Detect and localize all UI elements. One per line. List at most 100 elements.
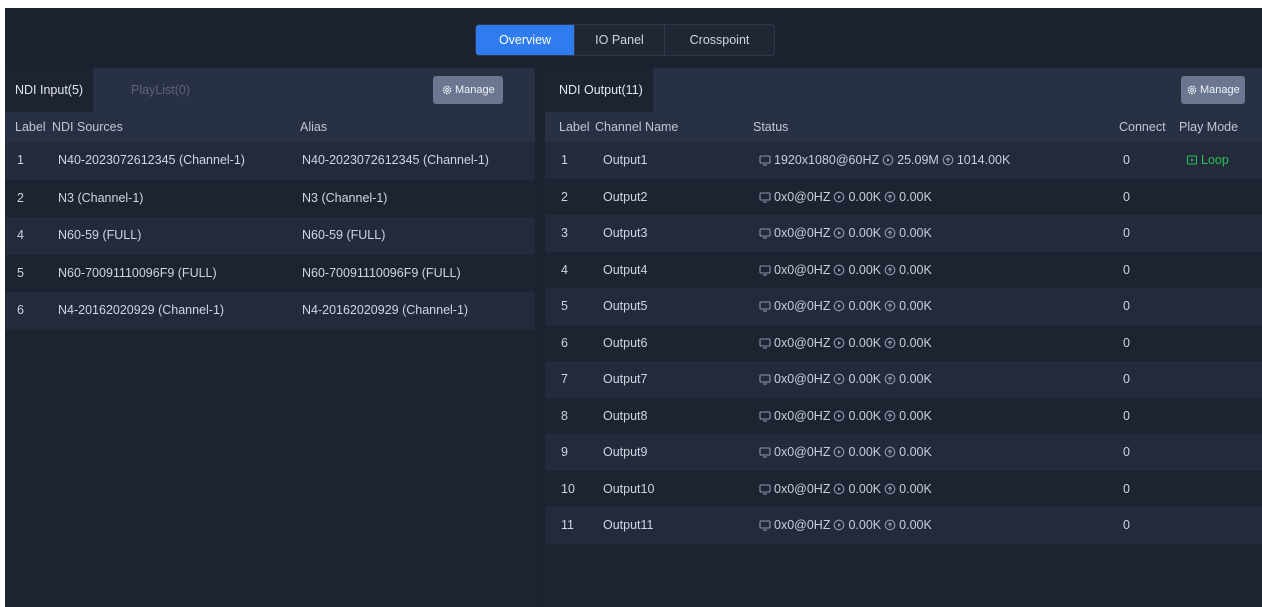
upload-circle-icon — [884, 483, 896, 494]
row-label: 3 — [561, 226, 568, 240]
col-alias: Alias — [300, 120, 328, 134]
channel-name: Output7 — [603, 372, 648, 386]
input-panel-header: NDI Input(5) PlayList(0) Manage — [5, 68, 535, 112]
connect-count: 0 — [1123, 445, 1130, 459]
table-row[interactable]: 6 N4-20162020929 (Channel-1) N4-2016202092… — [5, 292, 535, 330]
bitrate-out: 0.00K — [899, 481, 932, 496]
table-row[interactable]: 3 Output3 0x0@0HZ 0.00K 0.00K 0 — [545, 215, 1262, 252]
resolution: 0x0@0HZ — [774, 518, 831, 532]
table-row[interactable]: 1 N40-2023072612345 (Channel-1) N40-202307… — [5, 142, 535, 180]
bitrate-out: 1014.00K — [956, 153, 1011, 167]
table-row[interactable]: 9 Output9 0x0@0HZ 0.00K 0.00K 0 — [545, 434, 1262, 471]
play-circle-icon — [882, 154, 894, 166]
source-alias: N60-59 (FULL) — [302, 228, 386, 242]
status-cell: 0x0@0HZ 0.00K 0.00K — [759, 179, 932, 215]
monitor-icon — [759, 410, 771, 422]
row-label: 4 — [17, 228, 24, 242]
tab-ndi-input[interactable]: NDI Input(5) — [5, 68, 94, 112]
status-cell: 0x0@0HZ 0.00K 0.00K — [759, 507, 932, 543]
connect-count: 0 — [1123, 226, 1130, 240]
connect-count: 0 — [1123, 481, 1130, 496]
monitor-icon — [759, 191, 771, 203]
source-alias: N3 (Channel-1) — [302, 190, 388, 205]
play-mode-loop[interactable]: Loop — [1186, 142, 1229, 178]
channel-name: Output11 — [603, 518, 654, 532]
channel-name: Output3 — [603, 226, 648, 240]
col-play-mode: Play Mode — [1179, 120, 1239, 134]
tab-ndi-output[interactable]: NDI Output(11) — [545, 68, 653, 112]
bitrate-out: 0.00K — [899, 262, 932, 277]
upload-circle-icon — [884, 519, 896, 531]
ndi-output-panel: NDI Output(11) Manage Label Channel Name… — [545, 68, 1262, 607]
table-row[interactable]: 4 N60-59 (FULL) N60-59 (FULL) — [5, 217, 535, 255]
resolution: 0x0@0HZ — [774, 262, 831, 277]
table-row[interactable]: 8 Output8 0x0@0HZ 0.00K 0.00K 0 — [545, 398, 1262, 435]
channel-name: Output6 — [603, 335, 648, 350]
col-label: Label — [559, 120, 590, 134]
status-cell: 0x0@0HZ 0.00K 0.00K — [759, 252, 932, 288]
table-row[interactable]: 7 Output7 0x0@0HZ 0.00K 0.00K 0 — [545, 361, 1262, 398]
row-label: 4 — [561, 262, 568, 277]
play-circle-icon — [834, 337, 845, 348]
table-row[interactable]: 5 N60-70091110096F9 (FULL) N60-70091110096… — [5, 255, 535, 293]
status-cell: 0x0@0HZ 0.00K 0.00K — [759, 471, 932, 507]
view-tabs: Overview IO Panel Crosspoint — [475, 24, 775, 56]
resolution: 0x0@0HZ — [774, 445, 831, 459]
bitrate-out: 0.00K — [899, 445, 932, 459]
resolution: 0x0@0HZ — [774, 408, 831, 423]
monitor-icon — [759, 447, 771, 458]
tab-overview[interactable]: Overview — [476, 25, 574, 55]
play-circle-icon — [834, 446, 845, 458]
input-manage-label: Manage — [455, 84, 495, 96]
upload-circle-icon — [884, 337, 896, 348]
status-cell: 0x0@0HZ 0.00K 0.00K — [759, 361, 932, 397]
play-circle-icon — [834, 483, 845, 494]
bitrate-out: 0.00K — [899, 226, 932, 240]
connect-count: 0 — [1123, 153, 1130, 167]
row-label: 2 — [17, 190, 24, 205]
monitor-icon — [759, 374, 771, 385]
resolution: 1920x1080@60HZ — [774, 153, 880, 167]
channel-name: Output5 — [603, 299, 648, 313]
bitrate-out: 0.00K — [899, 408, 932, 423]
tab-crosspoint[interactable]: Crosspoint — [664, 25, 774, 55]
status-cell: 0x0@0HZ 0.00K 0.00K — [759, 288, 932, 324]
bitrate-in: 0.00K — [848, 518, 882, 532]
input-table-header: Label NDI Sources Alias — [5, 112, 535, 142]
upload-circle-icon — [884, 410, 896, 421]
upload-circle-icon — [884, 373, 896, 385]
table-row[interactable]: 5 Output5 0x0@0HZ 0.00K 0.00K 0 — [545, 288, 1262, 325]
play-circle-icon — [834, 410, 845, 421]
ndi-source-name: N60-70091110096F9 (FULL) — [58, 265, 217, 280]
table-row[interactable]: 11 Output11 0x0@0HZ 0.00K 0.00K 0 — [545, 507, 1262, 544]
row-label: 6 — [561, 335, 568, 350]
upload-circle-icon — [884, 191, 896, 202]
table-row[interactable]: 4 Output4 0x0@0HZ 0.00K 0.00K 0 — [545, 252, 1262, 289]
bitrate-in: 0.00K — [848, 335, 882, 350]
table-row[interactable]: 2 Output2 0x0@0HZ 0.00K 0.00K 0 — [545, 179, 1262, 216]
connect-count: 0 — [1123, 189, 1130, 204]
output-manage-button[interactable]: Manage — [1181, 76, 1245, 104]
play-circle-icon — [834, 191, 845, 202]
play-circle-icon — [834, 264, 845, 275]
bitrate-in: 0.00K — [848, 372, 882, 386]
table-row[interactable]: 1 Output1 1920x1080@60HZ 25.09M 1014.00K 0 Loo… — [545, 142, 1262, 179]
table-row[interactable]: 6 Output6 0x0@0HZ 0.00K 0.00K 0 — [545, 325, 1262, 362]
table-row[interactable]: 2 N3 (Channel-1) N3 (Channel-1) — [5, 180, 535, 218]
tab-playlist[interactable]: PlayList(0) — [131, 68, 190, 112]
tab-io-panel[interactable]: IO Panel — [574, 25, 664, 55]
status-cell: 1920x1080@60HZ 25.09M 1014.00K — [759, 142, 1010, 178]
input-manage-button[interactable]: Manage — [433, 76, 503, 104]
resolution: 0x0@0HZ — [774, 335, 831, 350]
bitrate-in: 0.00K — [848, 299, 882, 313]
table-row[interactable]: 10 Output10 0x0@0HZ 0.00K 0.00K 0 — [545, 471, 1262, 508]
row-label: 9 — [561, 445, 568, 459]
app-window: Overview IO Panel Crosspoint NDI Input(5… — [5, 8, 1262, 607]
play-mode-label: Loop — [1201, 153, 1229, 167]
ndi-source-name: N60-59 (FULL) — [58, 228, 142, 242]
bitrate-in: 0.00K — [848, 189, 882, 204]
upload-circle-icon — [942, 154, 954, 166]
col-connect: Connect — [1119, 120, 1166, 134]
bitrate-out: 0.00K — [899, 299, 932, 313]
monitor-icon — [759, 337, 771, 349]
